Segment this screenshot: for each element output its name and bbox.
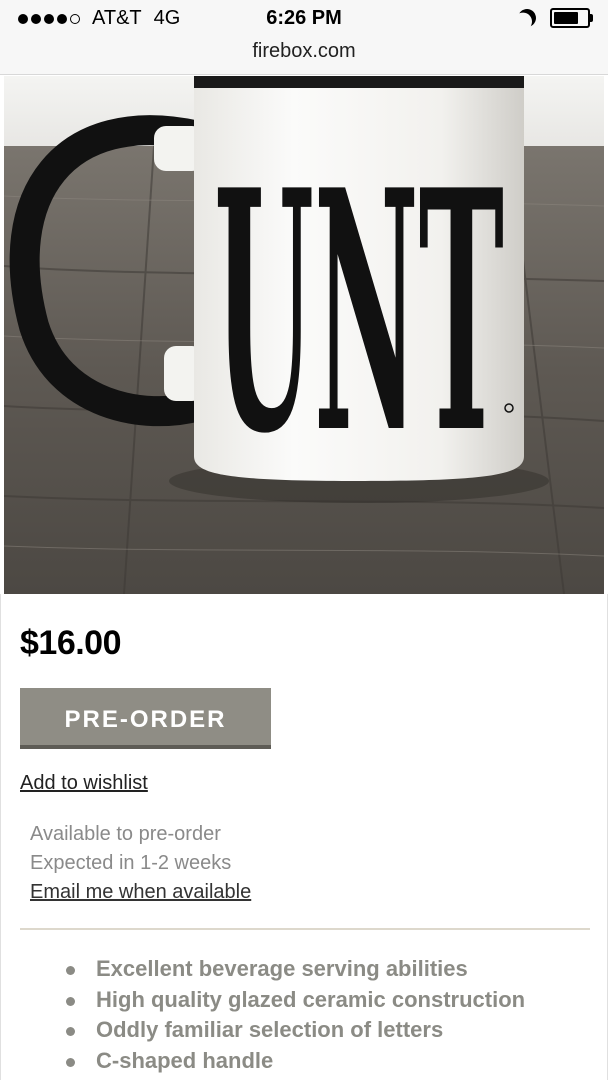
add-to-wishlist-link[interactable]: Add to wishlist	[20, 772, 148, 795]
battery-icon	[550, 8, 593, 28]
feature-text: C-shaped handle	[96, 1047, 274, 1073]
status-right	[515, 6, 593, 29]
url-text[interactable]: firebox.com	[252, 40, 355, 62]
product-price: $16.00	[20, 624, 122, 662]
product-image: UNT	[4, 76, 604, 594]
moon-icon	[515, 6, 538, 29]
feature-list: Excellent beverage serving abilities Hig…	[61, 954, 525, 1076]
availability-info: Available to pre-order Expected in 1-2 w…	[30, 820, 251, 907]
list-item: Excellent beverage serving abilities	[61, 954, 525, 985]
bullet-icon	[66, 1027, 75, 1036]
product-details: $16.00 PRE-ORDER Add to wishlist Availab…	[0, 594, 608, 1080]
feature-text: Oddly familiar selection of letters	[96, 1017, 444, 1042]
list-item: Oddly familiar selection of letters	[61, 1015, 525, 1046]
status-bar: AT&T 4G 6:26 PM	[0, 0, 608, 40]
bullet-icon	[66, 1057, 75, 1067]
address-bar[interactable]: firebox.com	[0, 38, 608, 75]
bullet-icon	[66, 996, 75, 1006]
divider	[20, 928, 590, 930]
bullet-icon	[66, 966, 75, 975]
expected-delivery: Expected in 1-2 weeks	[30, 852, 232, 874]
mug-photo: UNT	[4, 76, 604, 594]
list-item: C-shaped handle	[61, 1046, 525, 1077]
list-item: High quality glazed ceramic construction	[61, 985, 525, 1016]
mug-lettering: UNT	[214, 118, 504, 506]
feature-text: High quality glazed ceramic construction	[96, 986, 526, 1012]
availability-status: Available to pre-order	[30, 823, 221, 845]
pre-order-button[interactable]: PRE-ORDER	[20, 688, 271, 749]
email-when-available-link[interactable]: Email me when available	[30, 881, 251, 903]
feature-text: Excellent beverage serving abilities	[96, 956, 468, 981]
